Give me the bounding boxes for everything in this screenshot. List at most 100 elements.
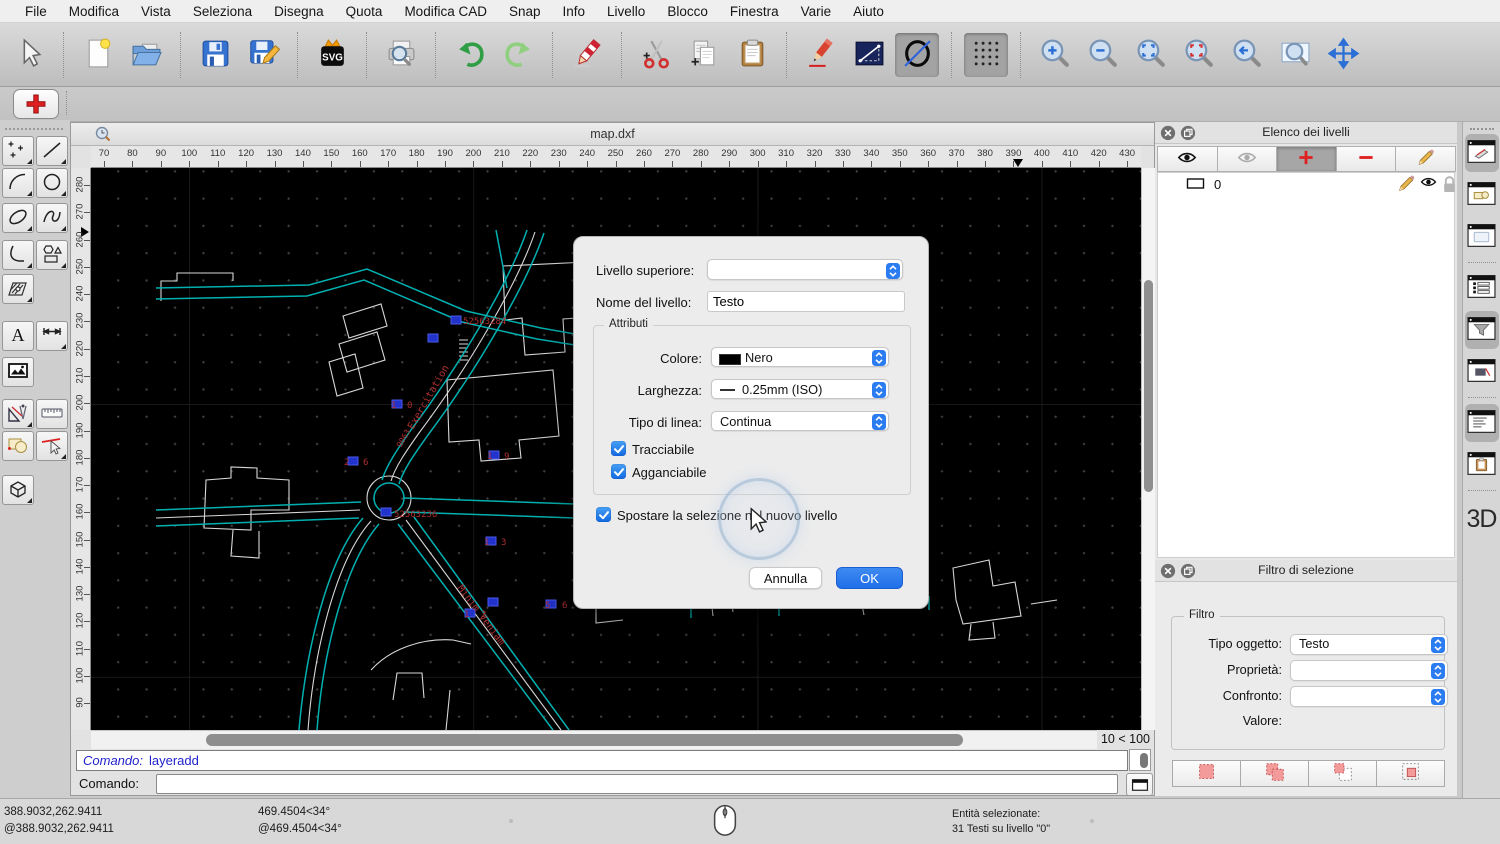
library-dock-toggle[interactable] [1465,353,1499,391]
hide-all-layers-button[interactable] [1216,146,1278,172]
hatch-tool-button[interactable] [2,274,34,304]
float-icon[interactable] [1180,563,1196,579]
spline-tool-button[interactable] [36,203,68,233]
dimension-tool-button[interactable] [36,321,68,351]
zoom-window-button[interactable] [1273,33,1317,77]
menu-finestra[interactable]: Finestra [719,4,790,19]
add-layer-button[interactable] [1276,146,1337,172]
document-titlebar[interactable]: map.dxf [71,123,1154,146]
menu-info[interactable]: Info [552,4,597,19]
ruler-tool-button[interactable] [36,399,68,429]
polyline-tool-button[interactable] [2,240,34,270]
cancel-button[interactable]: Annulla [749,567,822,589]
filter-remove-button[interactable] [1308,760,1377,787]
grid-toggle-button[interactable] [964,32,1008,77]
object-type-combo[interactable]: Testo [1290,634,1448,655]
command-dock-toggle[interactable] [1464,404,1499,442]
menu-seleziona[interactable]: Seleziona [182,4,263,19]
ellipse-tool-button[interactable] [2,203,34,233]
image-tool-button[interactable] [2,357,34,387]
zoom-selection-button[interactable] [1177,33,1221,77]
cut-button[interactable] [634,33,678,77]
copy-button[interactable] [682,33,726,77]
vertical-scrollbar-thumb[interactable] [1144,280,1153,492]
blocks-dock-toggle[interactable] [1465,176,1499,214]
history-scrollbar-thumb[interactable] [1140,753,1148,768]
move-selection-checkbox[interactable] [596,507,611,522]
views-dock-toggle[interactable] [1465,218,1499,256]
select-line-tool-button[interactable] [36,431,68,461]
lineweight-combo[interactable]: 0.25mm (ISO) [711,379,889,399]
menu-disegna[interactable]: Disegna [263,4,335,19]
selection-pointer-button[interactable] [7,33,51,77]
layers-dock-toggle[interactable] [1464,134,1499,172]
menu-aiuto[interactable]: Aiuto [842,4,895,19]
cad-add-button[interactable] [13,89,59,119]
zoom-auto-button[interactable] [1129,33,1173,77]
history-scrollbar[interactable] [1129,749,1151,771]
zoom-out-button[interactable] [1081,33,1125,77]
horizontal-scrollbar[interactable] [91,730,1097,749]
menu-quota[interactable]: Quota [335,4,394,19]
property-combo[interactable] [1290,660,1448,681]
filter-dock-toggle[interactable] [1464,311,1499,349]
float-icon[interactable] [1180,125,1196,141]
selected-text-handle[interactable] [347,456,359,466]
new-file-button[interactable] [76,33,120,77]
menu-snap[interactable]: Snap [498,4,552,19]
menu-modifica-cad[interactable]: Modifica CAD [393,4,498,19]
plottable-checkbox[interactable] [611,441,626,456]
vertical-scrollbar[interactable] [1141,168,1155,730]
layer-visible-eye-icon[interactable] [1420,175,1437,192]
save-as-button[interactable] [241,33,285,77]
polygon-tool-button[interactable] [36,240,68,270]
layer-name-field[interactable] [707,291,905,312]
scale-reference-button[interactable] [847,33,891,77]
text-tool-button[interactable]: A [2,321,34,351]
filter-select-button[interactable] [1172,760,1241,787]
drafting-tool-button[interactable] [2,399,34,429]
show-all-layers-button[interactable] [1157,146,1218,172]
remove-layer-button[interactable] [1335,146,1397,172]
properties-dock-toggle[interactable] [1465,269,1499,307]
menu-varie[interactable]: Varie [790,4,843,19]
zoom-previous-button[interactable] [1225,33,1269,77]
save-button[interactable] [193,33,237,77]
clipboard-dock-toggle[interactable] [1465,446,1499,484]
svg-export-button[interactable]: SVG [310,33,354,77]
menu-vista[interactable]: Vista [130,4,182,19]
redo-button[interactable] [496,33,540,77]
zoom-in-button[interactable] [1033,33,1077,77]
close-icon[interactable] [1160,563,1176,579]
line-tool-button[interactable] [36,136,68,166]
horizontal-scrollbar-thumb[interactable] [206,734,963,746]
filter-intersect-button[interactable] [1376,760,1445,787]
open-file-button[interactable] [124,33,168,77]
linetype-combo[interactable]: Continua [711,411,889,431]
undo-button[interactable] [448,33,492,77]
arc-tool-button[interactable] [2,168,34,198]
snappable-checkbox[interactable] [611,464,626,479]
restrict-nothing-button[interactable] [895,32,939,77]
menu-modifica[interactable]: Modifica [58,4,130,19]
parent-layer-combo[interactable] [707,259,903,280]
edit-layer-button[interactable] [1395,146,1456,172]
layer-lock-icon[interactable] [1441,175,1458,192]
selected-text-handle[interactable] [380,507,392,517]
selected-text-handle[interactable] [487,597,499,607]
layer-row[interactable]: 0 [1158,173,1455,195]
comparison-combo[interactable] [1290,686,1448,707]
print-preview-button[interactable] [379,33,423,77]
selected-text-handle[interactable] [427,333,439,343]
modify-tool-button[interactable] [2,431,34,461]
delete-button[interactable] [565,33,609,77]
command-window-button[interactable] [1126,773,1153,796]
ok-button[interactable]: OK [836,567,903,589]
close-icon[interactable] [1160,125,1176,141]
menu-livello[interactable]: Livello [596,4,656,19]
selected-text-handle[interactable] [450,315,462,325]
command-input[interactable] [156,774,1118,794]
solid-tool-button[interactable] [2,475,34,505]
point-tool-button[interactable] [2,136,34,166]
circle-tool-button[interactable] [36,168,68,198]
